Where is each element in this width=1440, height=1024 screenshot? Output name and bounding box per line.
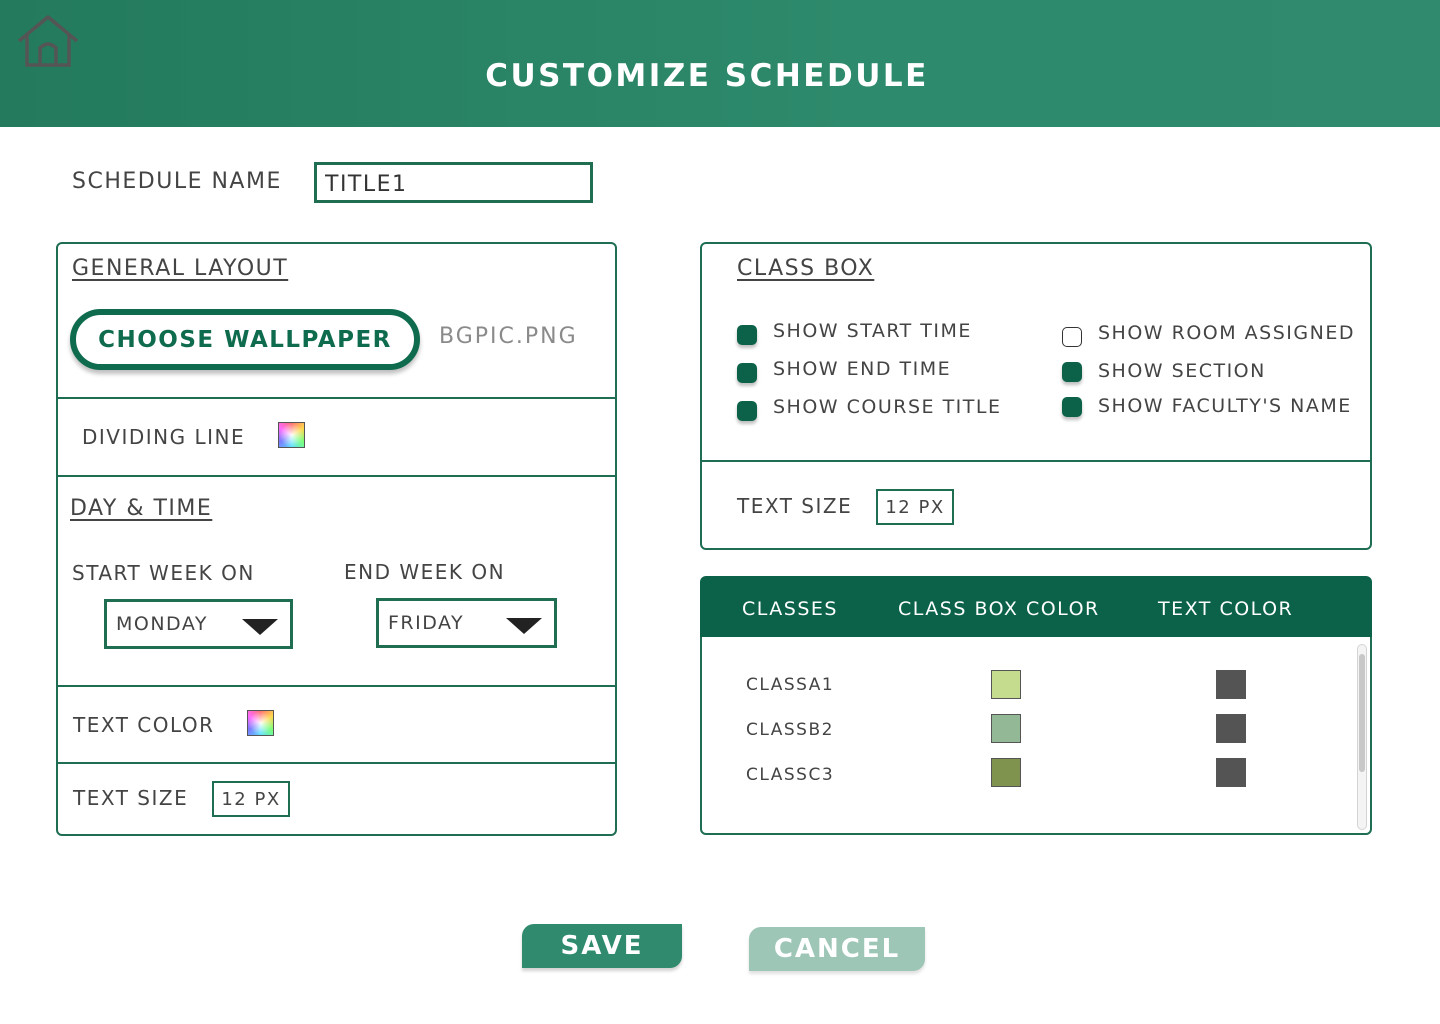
text-size-input[interactable]: 12 PX (212, 781, 290, 817)
page-title: CUSTOMIZE SCHEDULE (485, 58, 929, 94)
schedule-name-input[interactable] (314, 162, 593, 203)
show-start-time-checkbox[interactable] (737, 325, 757, 345)
text-color-label: TEXT COLOR (73, 713, 215, 737)
show-faculty-name-label: SHOW FACULTY'S NAME (1098, 395, 1352, 417)
column-header-text-color: TEXT COLOR (1158, 598, 1294, 620)
show-room-assigned-label: SHOW ROOM ASSIGNED (1098, 322, 1355, 344)
show-end-time-label: SHOW END TIME (773, 358, 952, 380)
class-box-color-swatch[interactable] (991, 758, 1021, 787)
class-name-cell: CLASSB2 (746, 720, 834, 740)
end-week-label: END WEEK ON (344, 560, 506, 584)
cancel-button[interactable]: CANCEL (749, 927, 925, 971)
class-box-title: CLASS BOX (737, 256, 875, 281)
text-color-picker[interactable] (247, 710, 274, 736)
dropdown-arrow-icon (506, 618, 542, 634)
choose-wallpaper-button[interactable]: CHOOSE WALLPAPER (70, 309, 420, 370)
text-color-swatch[interactable] (1216, 714, 1246, 743)
show-start-time-label: SHOW START TIME (773, 320, 972, 342)
class-box-text-size-label: TEXT SIZE (737, 494, 853, 518)
text-color-swatch[interactable] (1216, 670, 1246, 699)
show-section-label: SHOW SECTION (1098, 360, 1266, 382)
start-week-value: MONDAY (116, 613, 208, 635)
divider (56, 762, 617, 764)
start-week-select[interactable]: MONDAY (104, 599, 293, 649)
header-bar: CUSTOMIZE SCHEDULE (0, 0, 1440, 127)
show-end-time-checkbox[interactable] (737, 363, 757, 383)
dropdown-arrow-icon (242, 619, 278, 635)
general-layout-title: GENERAL LAYOUT (72, 256, 289, 281)
show-course-title-checkbox[interactable] (737, 401, 757, 421)
divider (700, 460, 1372, 462)
class-box-color-swatch[interactable] (991, 670, 1021, 699)
class-box-text-size-input[interactable]: 12 PX (876, 489, 954, 525)
show-room-assigned-checkbox[interactable] (1062, 327, 1082, 347)
class-box-color-swatch[interactable] (991, 714, 1021, 743)
column-header-classes: CLASSES (742, 598, 838, 620)
column-header-class-box-color: CLASS BOX COLOR (898, 598, 1100, 620)
show-faculty-name-checkbox[interactable] (1062, 397, 1082, 417)
save-button[interactable]: SAVE (522, 924, 682, 968)
start-week-label: START WEEK ON (72, 561, 255, 585)
end-week-select[interactable]: FRIDAY (376, 598, 557, 648)
text-size-label: TEXT SIZE (73, 786, 189, 810)
end-week-value: FRIDAY (388, 612, 465, 634)
divider (56, 685, 617, 687)
dividing-line-label: DIVIDING LINE (82, 425, 246, 449)
divider (56, 475, 617, 477)
divider (56, 397, 617, 399)
show-section-checkbox[interactable] (1062, 362, 1082, 382)
day-time-title: DAY & TIME (70, 496, 213, 521)
wallpaper-file-name: BGPIC.PNG (439, 324, 578, 349)
dividing-line-color-picker[interactable] (278, 422, 305, 448)
class-name-cell: CLASSA1 (746, 675, 835, 695)
text-color-swatch[interactable] (1216, 758, 1246, 787)
classes-table-header: CLASSES CLASS BOX COLOR TEXT COLOR (700, 576, 1372, 639)
table-scrollbar-thumb[interactable] (1359, 654, 1365, 772)
show-course-title-label: SHOW COURSE TITLE (773, 396, 1002, 418)
schedule-name-label: SCHEDULE NAME (72, 169, 282, 194)
class-name-cell: CLASSC3 (746, 765, 835, 785)
